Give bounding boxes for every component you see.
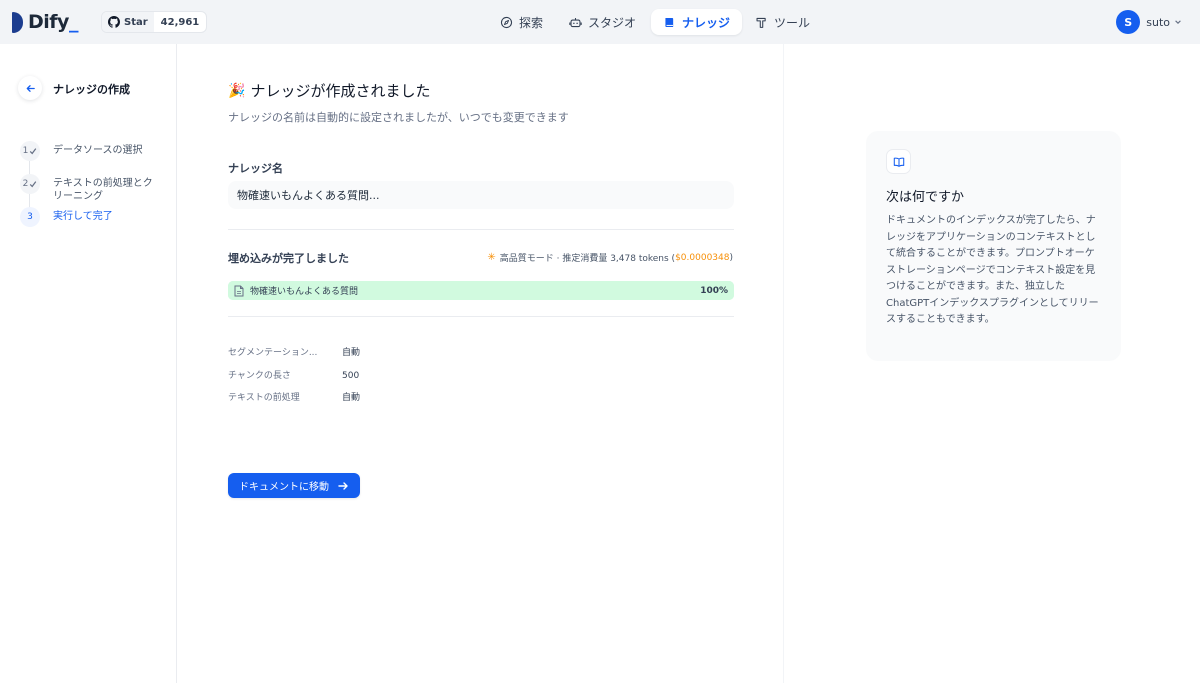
embedding-mode-info: ✳ 高品質モード · 推定消費量 3,478 tokens ($0.000034…	[487, 252, 733, 264]
main-nav: 探索 スタジオ ナレッジ ツール	[0, 9, 1200, 35]
user-menu[interactable]: S suto	[1116, 9, 1182, 35]
file-icon	[234, 285, 244, 296]
nav-knowledge-label: ナレッジ	[682, 15, 731, 30]
step-label: テキストの前処理とクリーニング	[53, 178, 153, 202]
next-steps-body: ドキュメントのインデックスが完了したら、ナレッジをアプリケーションのコンテキスト…	[886, 215, 1099, 325]
nav-studio-label: スタジオ	[588, 15, 637, 30]
step-data-source[interactable]: 1 データソースの選択	[20, 141, 158, 161]
chevron-down-icon	[1175, 20, 1181, 24]
page-subtitle: ナレッジの名前は自動的に設定されましたが、いつでも変更できます	[228, 111, 569, 124]
nav-tools-label: ツール	[774, 15, 811, 30]
nav-tools[interactable]: ツール	[743, 9, 822, 35]
top-bar: Dify_ Star 42,961 探索 スタジオ ナレッジ ツール S sut…	[0, 0, 1200, 44]
divider	[228, 316, 734, 317]
robot-icon	[569, 17, 582, 27]
sparkle-icon: ✳	[487, 252, 496, 263]
page-title: 🎉 ナレッジが作成されました	[228, 82, 431, 100]
embedding-status-title: 埋め込みが完了しました	[228, 252, 349, 265]
content-shell: ナレッジの作成 1 データソースの選択 2 テキストの前処理とクリーニング 3 …	[0, 44, 1200, 683]
hammer-icon	[756, 17, 766, 28]
check-icon	[30, 148, 37, 155]
open-book-icon	[886, 149, 911, 174]
step-label: データソースの選択	[53, 145, 143, 156]
nav-knowledge[interactable]: ナレッジ	[651, 9, 743, 35]
check-icon	[30, 181, 37, 188]
file-progress-row: 物確速いもんよくある質問 100%	[228, 281, 734, 300]
book-icon	[665, 17, 674, 27]
back-button[interactable]	[18, 76, 42, 100]
divider	[228, 229, 734, 230]
summary-key: チャンクの長さ	[228, 370, 291, 381]
go-to-document-button[interactable]: ドキュメントに移動	[228, 473, 360, 498]
knowledge-name-label: ナレッジ名	[228, 162, 283, 175]
step-number: 2	[20, 174, 40, 194]
nav-explore-label: 探索	[519, 15, 544, 30]
arrow-left-icon	[26, 84, 35, 92]
summary-row: セグメンテーション... 自動	[228, 347, 360, 370]
step-preprocessing[interactable]: 2 テキストの前処理とクリーニング	[20, 174, 158, 203]
step-execute[interactable]: 3 実行して完了	[20, 207, 158, 227]
user-name: suto	[1146, 15, 1170, 29]
nav-studio[interactable]: スタジオ	[557, 9, 648, 35]
arrow-right-icon	[338, 481, 348, 490]
step-label: 実行して完了	[53, 211, 113, 222]
nav-explore[interactable]: 探索	[488, 9, 555, 35]
knowledge-name-field[interactable]: 物確速いもんよくある質問...	[228, 181, 734, 209]
sidebar-title: ナレッジの作成	[53, 83, 130, 96]
summary-value: 自動	[342, 393, 361, 403]
progress-percent: 100%	[700, 285, 728, 296]
summary-row: チャンクの長さ 500	[228, 370, 360, 393]
file-name: 物確速いもんよくある質問	[250, 287, 359, 297]
step-number: 3	[20, 207, 40, 227]
estimated-price: $0.0000348	[675, 252, 730, 263]
party-popper-icon: 🎉	[228, 82, 246, 99]
avatar: S	[1116, 10, 1141, 34]
summary-key: テキストの前処理	[228, 393, 300, 403]
summary-row: テキストの前処理 自動	[228, 392, 360, 415]
summary-value: 自動	[342, 348, 361, 358]
create-steps-sidebar: ナレッジの作成 1 データソースの選択 2 テキストの前処理とクリーニング 3 …	[0, 44, 177, 683]
compass-icon	[500, 16, 513, 28]
next-steps-card: 次は何ですか ドキュメントのインデックスが完了したら、ナレッジをアプリケーション…	[866, 131, 1121, 361]
go-to-document-label: ドキュメントに移動	[239, 482, 329, 493]
next-steps-title: 次は何ですか	[886, 190, 965, 205]
step-number: 1	[20, 141, 40, 161]
processing-summary: セグメンテーション... 自動 チャンクの長さ 500 テキストの前処理 自動	[228, 347, 360, 415]
summary-value: 500	[342, 370, 360, 381]
summary-key: セグメンテーション...	[228, 348, 318, 358]
completion-panel: 🎉 ナレッジが作成されました ナレッジの名前は自動的に設定されましたが、いつでも…	[177, 44, 784, 683]
